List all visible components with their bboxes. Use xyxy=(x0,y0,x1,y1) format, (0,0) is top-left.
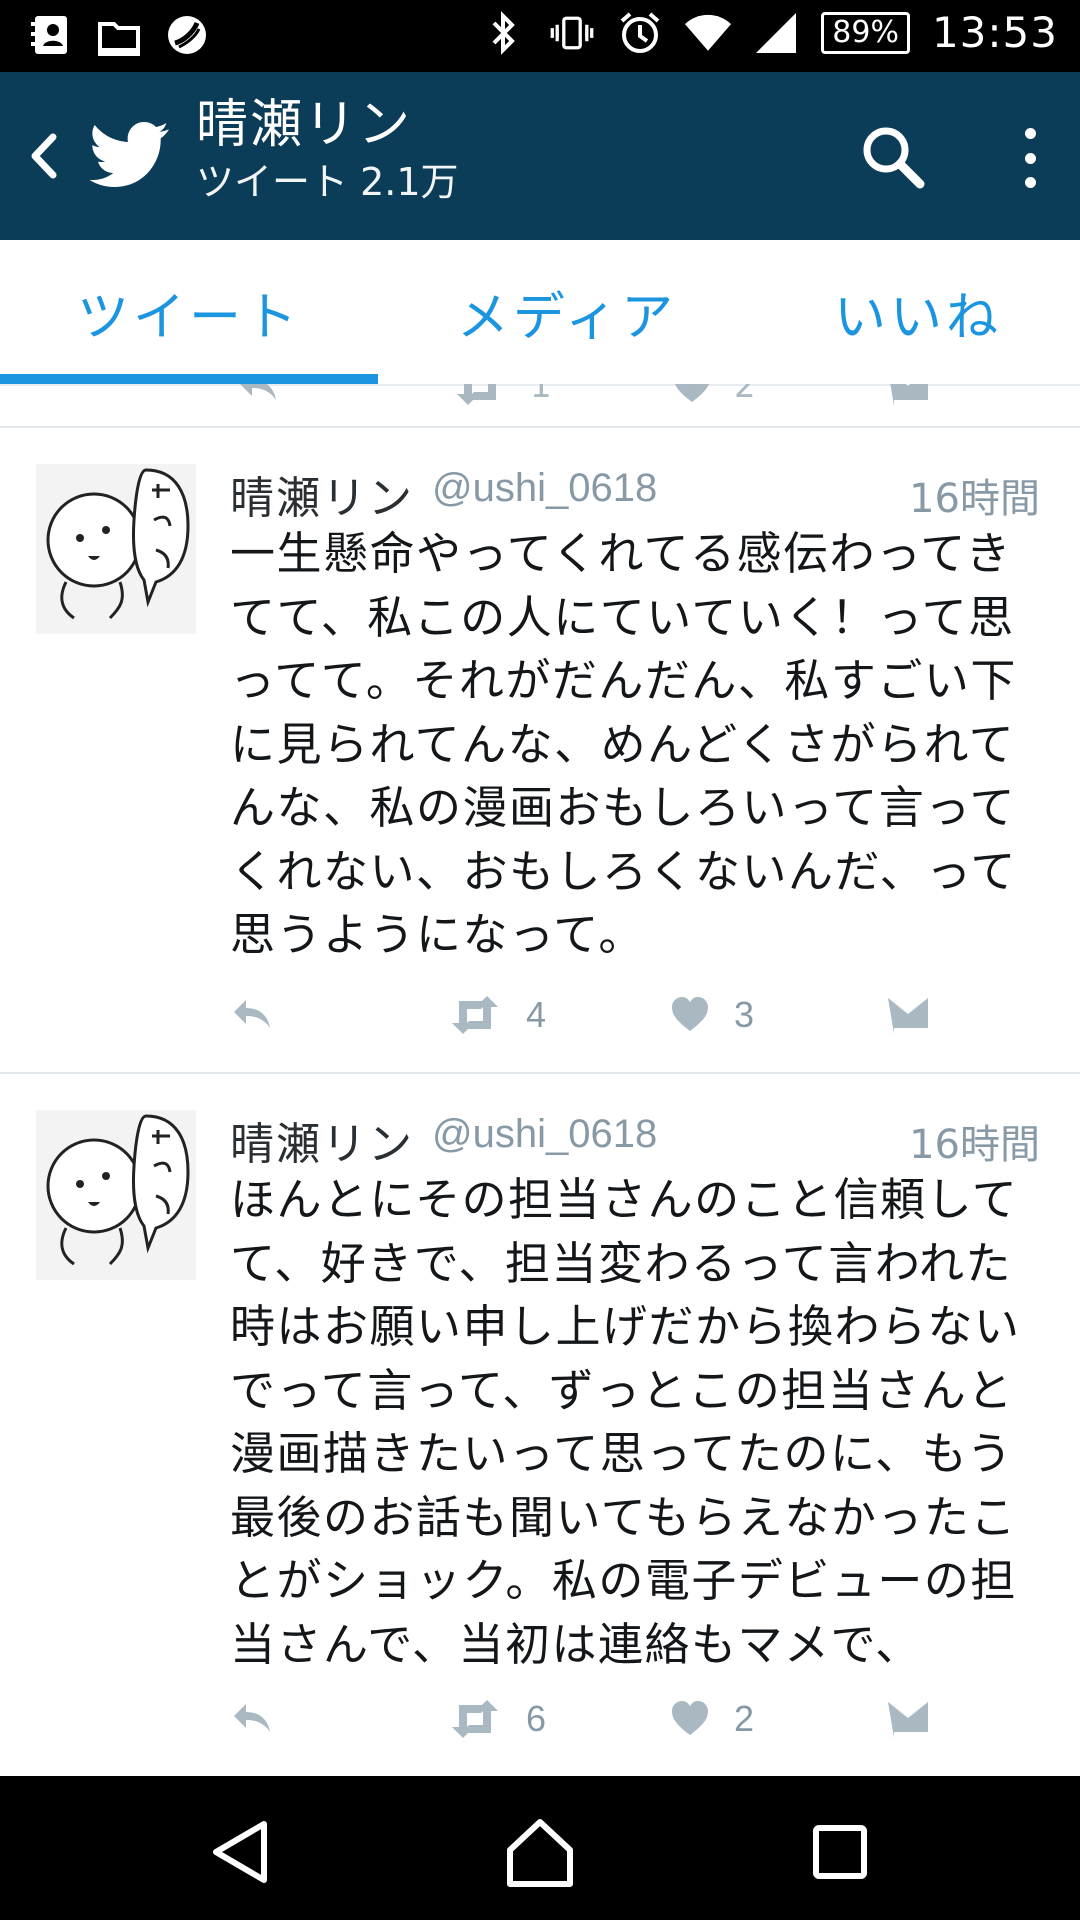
alarm-icon xyxy=(617,10,663,56)
previous-tweet-actions: 1 2 xyxy=(0,384,1080,428)
retweet-count: 4 xyxy=(526,994,547,1035)
signal-icon xyxy=(753,10,799,56)
retweet-icon xyxy=(454,384,506,415)
tweet-author-name[interactable]: 晴瀬リン xyxy=(230,462,414,526)
menu-dot xyxy=(1024,128,1036,139)
tab-tweets[interactable]: ツイート xyxy=(0,240,378,384)
status-bar: 89% 13:53 xyxy=(0,0,1080,72)
battery-indicator: 89% xyxy=(821,11,910,54)
nav-home-button[interactable] xyxy=(500,1812,580,1892)
search-button[interactable] xyxy=(858,122,928,192)
bluetooth-icon xyxy=(481,10,527,56)
back-arrow-icon xyxy=(31,133,57,179)
dm-icon xyxy=(886,384,930,415)
retweet-count: 1 xyxy=(530,384,552,406)
battery-level: 89% xyxy=(832,15,899,50)
files-notification-icon xyxy=(96,12,142,58)
retweet-button[interactable]: 4 xyxy=(448,994,546,1036)
heart-icon xyxy=(672,1701,708,1735)
twitter-bird-icon xyxy=(89,114,170,194)
nav-recents-button[interactable] xyxy=(800,1812,880,1892)
heart-icon xyxy=(672,997,708,1031)
like-icon xyxy=(672,384,712,415)
like-button[interactable]: 3 xyxy=(670,994,754,1036)
app-notification-icon xyxy=(164,12,210,58)
like-button[interactable]: 2 xyxy=(670,1698,754,1740)
tweet-count: ツイート 2.1万 xyxy=(196,160,459,204)
reply-icon xyxy=(236,384,280,415)
tweet-author-handle[interactable]: @ushi_0618 xyxy=(432,466,657,511)
tweet-item[interactable]: 晴瀬リン @ushi_0618 16時間 ほんとにその担当さんのこと信頼してて、… xyxy=(0,1074,1080,1776)
avatar[interactable] xyxy=(36,464,196,634)
profile-name: 晴瀬リン xyxy=(196,95,413,155)
reply-button[interactable] xyxy=(230,1698,274,1738)
tweet-item[interactable]: 晴瀬リン @ushi_0618 16時間 一生懸命やってくれてる感伝わってきてて… xyxy=(0,428,1080,1074)
nav-home-icon xyxy=(507,1819,573,1887)
avatar[interactable] xyxy=(36,1110,196,1280)
contacts-notification-icon xyxy=(28,12,74,58)
dm-icon xyxy=(888,998,928,1034)
tweet-actions: 6 2 xyxy=(230,1698,1040,1758)
search-icon xyxy=(863,127,925,189)
back-button[interactable] xyxy=(14,118,74,194)
retweet-button[interactable]: 6 xyxy=(448,1698,546,1740)
app-bar: 晴瀬リン ツイート 2.1万 xyxy=(0,72,1080,240)
tab-likes[interactable]: いいね xyxy=(756,240,1080,384)
vibrate-icon xyxy=(549,10,595,56)
nav-back-button[interactable] xyxy=(202,1812,282,1892)
wifi-icon xyxy=(685,10,732,56)
tweet-timestamp: 16時間 xyxy=(909,1122,1040,1168)
reply-button[interactable] xyxy=(230,994,274,1034)
tweet-author-name[interactable]: 晴瀬リン xyxy=(230,1108,414,1172)
direct-message-button[interactable] xyxy=(886,994,930,1034)
like-count: 2 xyxy=(734,1698,755,1739)
overflow-menu-button[interactable] xyxy=(1000,116,1060,200)
retweet-icon xyxy=(452,996,498,1034)
nav-recents-icon xyxy=(813,1825,867,1879)
profile-tabs: ツイート メディア いいね xyxy=(0,240,1080,386)
like-count: 3 xyxy=(734,994,755,1035)
tab-media[interactable]: メディア xyxy=(378,240,756,384)
tweet-author-handle[interactable]: @ushi_0618 xyxy=(432,1112,657,1157)
active-tab-indicator xyxy=(0,374,378,384)
menu-dot xyxy=(1024,152,1036,164)
nav-back-icon xyxy=(213,1821,267,1883)
tweet-text: 一生懸命やってくれてる感伝わってきてて、私この人にていていく！って思ってて。それ… xyxy=(230,527,1017,961)
dm-icon xyxy=(888,1702,928,1738)
reply-icon xyxy=(234,1704,270,1732)
retweet-icon xyxy=(452,1700,498,1738)
clock: 13:53 xyxy=(931,8,1058,57)
reply-icon xyxy=(234,1000,270,1028)
system-navigation-bar xyxy=(0,1776,1080,1920)
tweet-actions: 4 3 xyxy=(230,994,1040,1054)
direct-message-button[interactable] xyxy=(886,1698,930,1738)
retweet-count: 6 xyxy=(526,1698,547,1739)
menu-dot xyxy=(1024,177,1036,188)
tweet-timestamp: 16時間 xyxy=(909,476,1040,522)
like-count: 2 xyxy=(734,384,756,406)
tweet-text: ほんとにその担当さんのこと信頼してて、好きで、担当変わるって言われた時はお願い申… xyxy=(230,1173,1021,1671)
